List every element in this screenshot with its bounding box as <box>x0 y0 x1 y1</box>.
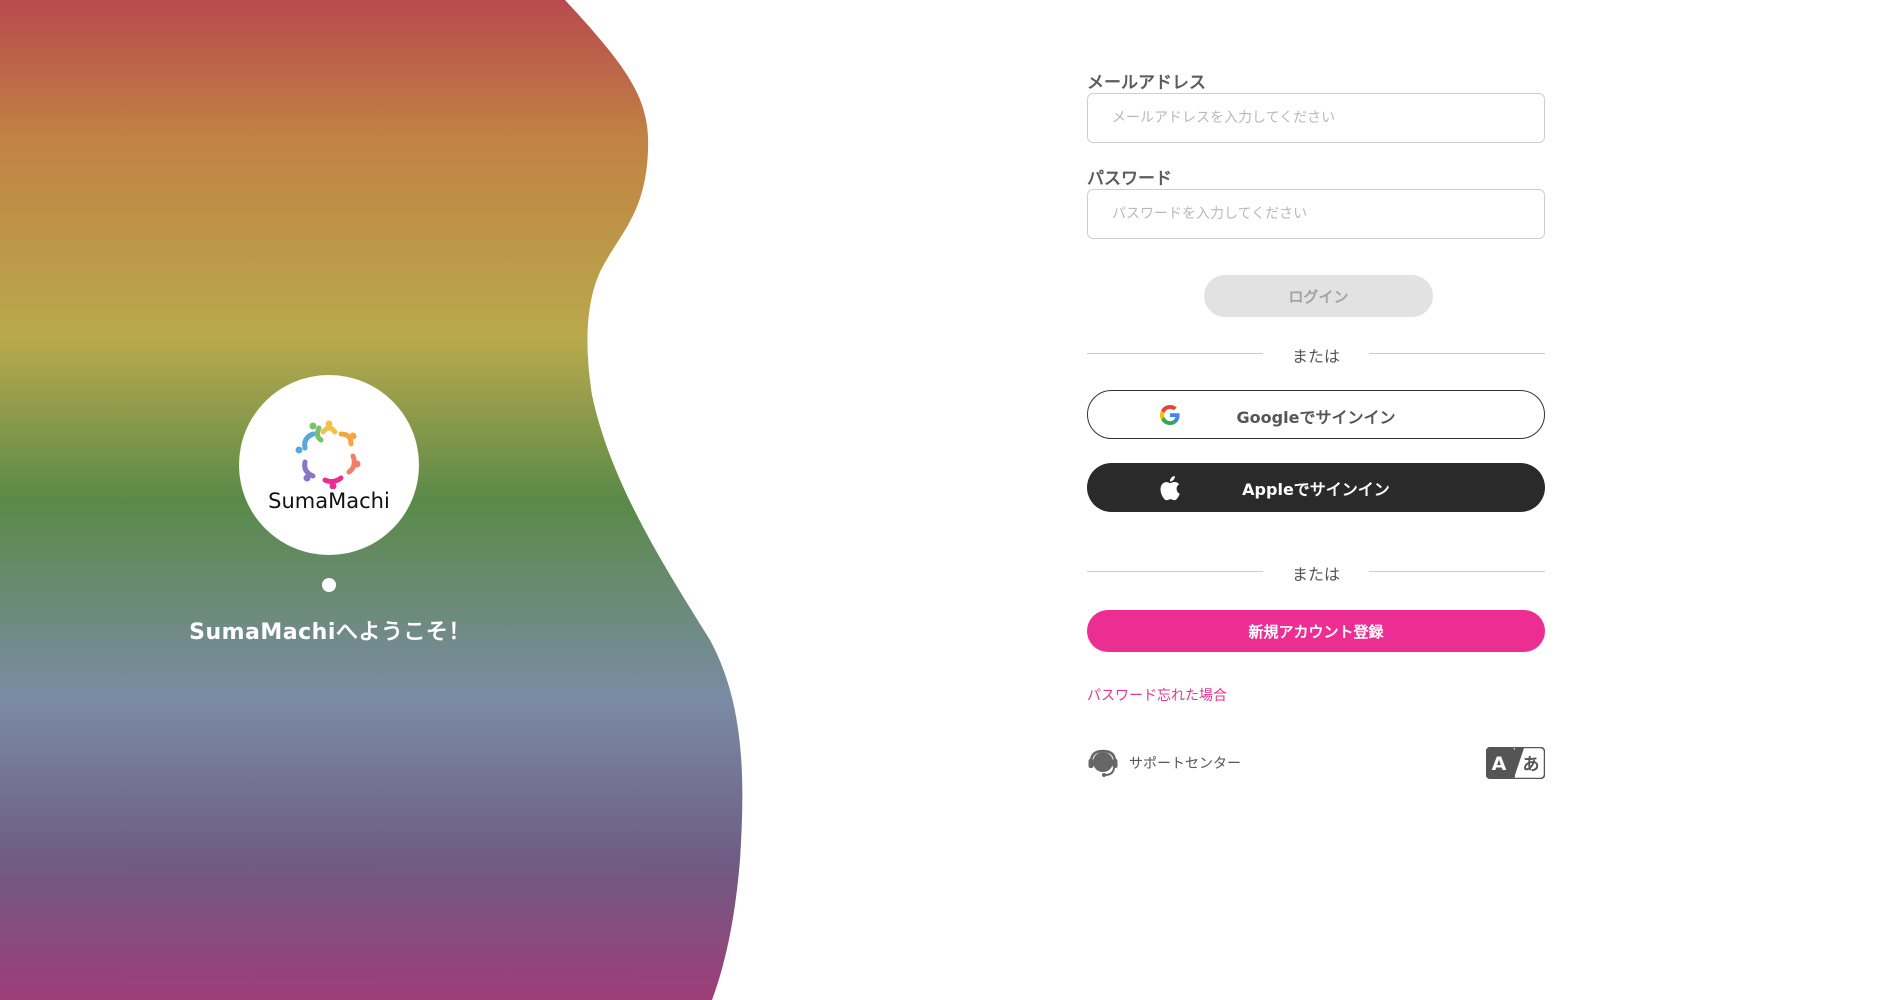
apple-signin-label: Appleでサインイン <box>1242 480 1390 499</box>
support-center-link[interactable]: サポートセンター <box>1087 748 1241 778</box>
forgot-password-link[interactable]: パスワード忘れた場合 <box>1087 685 1227 705</box>
svg-text:A: A <box>1492 753 1507 775</box>
or-divider: または <box>1087 561 1545 584</box>
or-text: または <box>1291 347 1340 366</box>
or-divider: または <box>1087 343 1545 366</box>
carousel-dot[interactable] <box>322 578 336 592</box>
language-toggle-button[interactable]: A あ <box>1485 746 1546 780</box>
divider-line <box>1369 353 1545 354</box>
google-signin-label: Googleでサインイン <box>1236 408 1396 427</box>
sumamachi-logo-icon <box>295 420 361 489</box>
divider-line <box>1369 571 1545 572</box>
email-label: メールアドレス <box>1087 73 1206 93</box>
hero-panel: SumaMachi SumaMachiへようこそ！ <box>0 0 760 1000</box>
register-button[interactable]: 新規アカウント登録 <box>1087 610 1545 652</box>
google-signin-button[interactable]: Googleでサインイン <box>1087 390 1545 439</box>
or-text: または <box>1291 565 1340 584</box>
logo-badge: SumaMachi <box>239 375 419 555</box>
welcome-message: SumaMachiへようこそ！ <box>189 620 471 645</box>
language-toggle-icon: A あ <box>1485 746 1546 780</box>
svg-text:あ: あ <box>1523 755 1540 775</box>
login-button[interactable]: ログイン <box>1204 275 1433 317</box>
headset-icon <box>1088 749 1118 777</box>
password-field[interactable] <box>1087 189 1545 239</box>
logo-text: SumaMachi <box>268 489 390 513</box>
email-field[interactable] <box>1087 93 1545 143</box>
apple-signin-button[interactable]: Appleでサインイン <box>1087 463 1545 512</box>
support-center-label: サポートセンター <box>1129 756 1241 772</box>
password-label: パスワード <box>1087 169 1172 189</box>
